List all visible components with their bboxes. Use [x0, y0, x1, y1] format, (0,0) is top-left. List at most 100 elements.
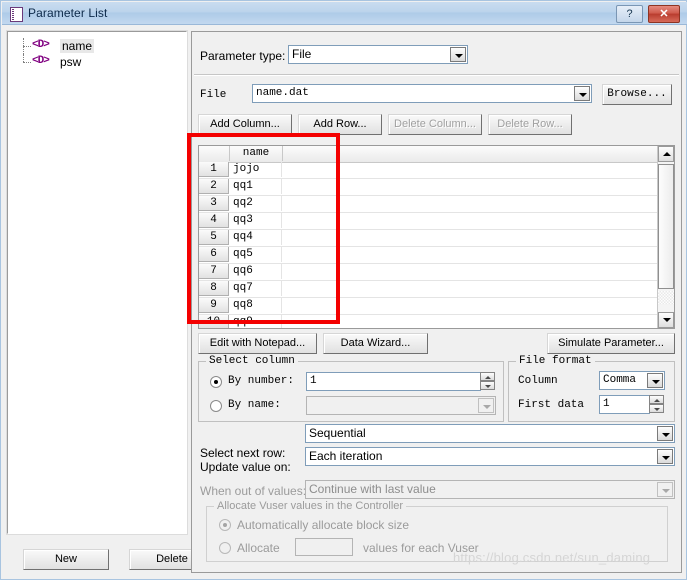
table-row[interactable]: 10 qq9 [199, 315, 657, 328]
column-format-value: Comma [603, 374, 637, 386]
by-name-label: By name: [228, 399, 281, 411]
table-row[interactable]: 2 qq1 [199, 179, 657, 196]
add-column-button[interactable]: Add Column... [198, 114, 292, 135]
row-number[interactable]: 8 [199, 281, 229, 296]
help-button[interactable]: ? [616, 5, 643, 23]
by-name-radio[interactable] [210, 400, 222, 412]
tree-item-psw[interactable]: <D> psw [8, 54, 186, 70]
parameter-tree[interactable]: <D> name <D> psw [8, 32, 186, 533]
table-row[interactable]: 6 qq5 [199, 247, 657, 264]
cell-name[interactable]: qq1 [231, 179, 282, 194]
table-row[interactable]: 4 qq3 [199, 213, 657, 230]
row-number[interactable]: 2 [199, 179, 229, 194]
cell-name[interactable]: qq5 [231, 247, 282, 262]
parameter-type-combo[interactable]: File [288, 45, 468, 64]
first-data-input[interactable]: 1 [599, 395, 650, 414]
select-column-group: Select column By number: 1 By name: [198, 355, 504, 422]
chevron-down-icon[interactable] [657, 449, 673, 464]
cell-name[interactable]: jojo [231, 162, 282, 177]
when-out-of-values-value: Continue with last value [309, 482, 436, 496]
update-value-on-value: Each iteration [309, 449, 383, 463]
column-format-combo[interactable]: Comma [599, 371, 665, 390]
stepper-up-icon[interactable] [480, 372, 495, 381]
tree-connector-vertical [23, 54, 24, 62]
by-name-combo [306, 396, 496, 415]
by-number-label: By number: [228, 375, 295, 387]
scrollbar-track[interactable] [658, 291, 674, 305]
browse-button[interactable]: Browse... [602, 84, 672, 105]
update-value-on-combo[interactable]: Each iteration [305, 447, 675, 466]
tree-item-name[interactable]: <D> name [8, 38, 186, 54]
chevron-down-icon [657, 482, 673, 497]
parameter-data-grid[interactable]: name 1 jojo 2 qq1 3 qq2 4 qq3 5 qq4 6 qq… [198, 145, 675, 329]
manual-allocate-label: Allocate [237, 541, 280, 555]
section-divider [194, 74, 679, 76]
table-row[interactable]: 8 qq7 [199, 281, 657, 298]
window-title: Parameter List [28, 6, 108, 20]
chevron-down-icon[interactable] [574, 86, 590, 101]
file-combo[interactable]: name.dat [252, 84, 592, 103]
select-next-row-combo[interactable]: Sequential [305, 424, 675, 443]
grid-body[interactable]: 1 jojo 2 qq1 3 qq2 4 qq3 5 qq4 6 qq5 7 q… [199, 162, 657, 328]
row-number[interactable]: 10 [199, 315, 229, 328]
file-value: name.dat [256, 87, 309, 99]
first-data-stepper[interactable] [649, 395, 664, 414]
table-row[interactable]: 9 qq8 [199, 298, 657, 315]
row-number[interactable]: 1 [199, 162, 229, 177]
close-button[interactable]: ✕ [648, 5, 680, 23]
auto-allocate-label: Automatically allocate block size [237, 518, 410, 532]
cell-name[interactable]: qq2 [231, 196, 282, 211]
cell-name[interactable]: qq9 [231, 315, 282, 328]
simulate-parameter-button[interactable]: Simulate Parameter... [547, 333, 675, 354]
cell-name[interactable]: qq7 [231, 281, 282, 296]
stepper-up-icon[interactable] [649, 395, 664, 404]
by-number-radio[interactable] [210, 376, 222, 388]
parameter-glyph-icon: <D> [32, 39, 50, 51]
row-number[interactable]: 9 [199, 298, 229, 313]
by-number-stepper[interactable] [480, 372, 495, 391]
file-label: File [200, 89, 227, 101]
grid-vertical-scrollbar[interactable] [657, 146, 674, 328]
parameter-list-dialog: Parameter List ? ✕ <D> name <D> psw New … [0, 0, 687, 580]
tree-connector-horizontal [23, 62, 31, 63]
table-row[interactable]: 3 qq2 [199, 196, 657, 213]
row-number[interactable]: 5 [199, 230, 229, 245]
row-number[interactable]: 7 [199, 264, 229, 279]
scroll-down-icon[interactable] [658, 312, 674, 328]
cell-name[interactable]: qq8 [231, 298, 282, 313]
grid-column-header-name[interactable]: name [230, 146, 283, 161]
row-number[interactable]: 3 [199, 196, 229, 211]
edit-with-notepad-button[interactable]: Edit with Notepad... [198, 333, 317, 354]
chevron-down-icon[interactable] [657, 426, 673, 441]
scroll-up-icon[interactable] [658, 146, 674, 162]
grid-header-filler [283, 146, 657, 161]
select-next-row-label: Select next row: [200, 446, 286, 460]
table-row[interactable]: 1 jojo [199, 162, 657, 179]
first-data-label: First data [518, 399, 585, 411]
add-row-button[interactable]: Add Row... [298, 114, 382, 135]
data-wizard-button[interactable]: Data Wizard... [323, 333, 428, 354]
row-number[interactable]: 6 [199, 247, 229, 262]
row-number[interactable]: 4 [199, 213, 229, 228]
scrollbar-thumb[interactable] [658, 164, 674, 289]
tree-connector-horizontal [23, 46, 31, 47]
cell-name[interactable]: qq6 [231, 264, 282, 279]
cell-name[interactable]: qq4 [231, 230, 282, 245]
manual-allocate-radio [219, 542, 231, 554]
parameter-type-value: File [292, 47, 312, 61]
parameter-type-label: Parameter type: [200, 49, 286, 63]
stepper-down-icon[interactable] [480, 381, 495, 390]
parameter-tree-panel[interactable]: <D> name <D> psw [6, 30, 188, 535]
delete-row-button: Delete Row... [488, 114, 572, 135]
cell-name[interactable]: qq3 [231, 213, 282, 228]
new-button[interactable]: New [23, 549, 109, 570]
chevron-down-icon[interactable] [647, 373, 663, 388]
file-format-group: File format Column Comma First data 1 [508, 355, 675, 422]
by-number-input[interactable]: 1 [306, 372, 481, 391]
stepper-down-icon[interactable] [649, 404, 664, 413]
table-row[interactable]: 7 qq6 [199, 264, 657, 281]
update-value-on-label: Update value on: [200, 460, 291, 474]
chevron-down-icon[interactable] [450, 47, 466, 62]
file-format-group-title: File format [516, 355, 595, 367]
table-row[interactable]: 5 qq4 [199, 230, 657, 247]
